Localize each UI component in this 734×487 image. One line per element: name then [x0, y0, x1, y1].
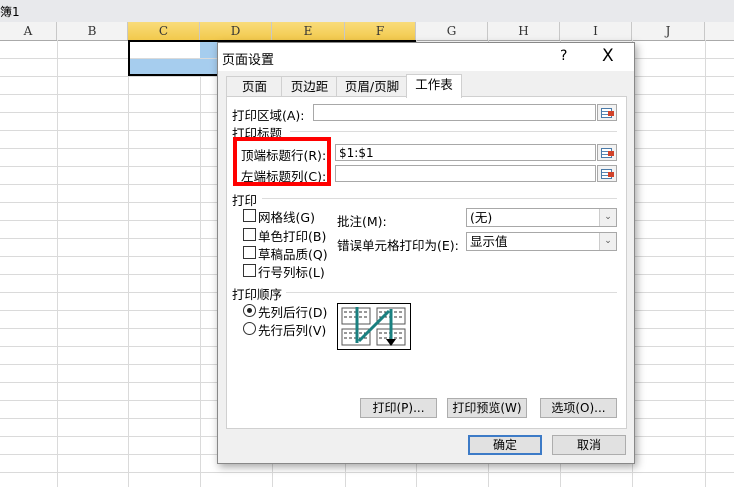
gridlines-checkbox[interactable] [243, 209, 256, 222]
print-area-input[interactable] [313, 104, 596, 121]
column-header-j[interactable]: J [632, 22, 705, 40]
black-white-checkbox[interactable] [243, 228, 256, 241]
cell-errors-select[interactable]: 显示值 ⌄ [466, 232, 617, 251]
tab-page[interactable]: 页面 [226, 76, 283, 97]
black-white-label: 单色打印(B) [258, 229, 327, 244]
over-then-down-label: 先行后列(V) [258, 323, 327, 338]
print-area-ref-button[interactable] [597, 104, 617, 121]
cols-ref-button[interactable] [597, 165, 617, 182]
gridlines-label: 网格线(G) [258, 210, 315, 225]
print-button[interactable]: 打印(P)... [360, 398, 437, 418]
chevron-down-icon: ⌄ [599, 209, 616, 226]
column-header-a[interactable]: A [0, 22, 57, 40]
print-preview-button[interactable]: 打印预览(W) [447, 398, 527, 418]
draft-quality-label: 草稿品质(Q) [258, 247, 328, 262]
page-order-heading: 打印顺序 [232, 287, 283, 302]
tab-sheet[interactable]: 工作表 [406, 74, 462, 98]
column-header-i[interactable]: I [560, 22, 632, 40]
column-header-c[interactable]: C [128, 22, 200, 40]
cols-to-repeat-input[interactable] [335, 165, 596, 182]
cancel-button[interactable]: 取消 [552, 435, 626, 455]
chevron-down-icon: ⌄ [599, 233, 616, 250]
column-header-g[interactable]: G [416, 22, 488, 40]
column-header-b[interactable]: B [57, 22, 128, 40]
comments-select[interactable]: (无) ⌄ [466, 208, 617, 227]
workbook-title: 簿1 [0, 5, 20, 19]
rows-to-repeat-input[interactable]: $1:$1 [335, 144, 596, 161]
column-header-h[interactable]: H [488, 22, 560, 40]
print-heading: 打印 [232, 193, 258, 208]
cell-errors-value: 显示值 [470, 234, 508, 249]
cell-errors-label: 错误单元格打印为(E): [337, 238, 459, 253]
column-header-e[interactable]: E [272, 22, 345, 40]
column-headers: A B C D E F G H I J [0, 22, 734, 41]
dialog-title: 页面设置 [222, 53, 275, 68]
down-then-over-label: 先列后行(D) [258, 305, 328, 320]
tab-header-footer[interactable]: 页眉/页脚 [336, 76, 408, 97]
row-col-headings-label: 行号列标(L) [258, 265, 325, 280]
tab-margins[interactable]: 页边距 [281, 76, 338, 97]
ok-button[interactable]: 确定 [468, 435, 542, 455]
column-header-d[interactable]: D [200, 22, 272, 40]
options-button[interactable]: 选项(O)... [540, 398, 617, 418]
title-bar: 簿1 [0, 0, 734, 23]
highlight-annotation [233, 137, 331, 186]
rows-ref-button[interactable] [597, 144, 617, 161]
row-col-headings-checkbox[interactable] [243, 264, 256, 277]
page-order-preview-icon [337, 303, 411, 350]
close-button[interactable]: X [602, 46, 614, 66]
dialog-title-bar[interactable]: 页面设置 ? X [218, 43, 634, 71]
comments-label: 批注(M): [337, 214, 387, 229]
comments-value: (无) [470, 210, 493, 225]
over-then-down-radio[interactable] [243, 322, 256, 335]
down-then-over-radio[interactable] [243, 304, 256, 317]
help-button[interactable]: ? [560, 48, 567, 64]
print-area-label: 打印区域(A): [232, 108, 305, 123]
draft-quality-checkbox[interactable] [243, 246, 256, 259]
column-header-f[interactable]: F [345, 22, 416, 40]
